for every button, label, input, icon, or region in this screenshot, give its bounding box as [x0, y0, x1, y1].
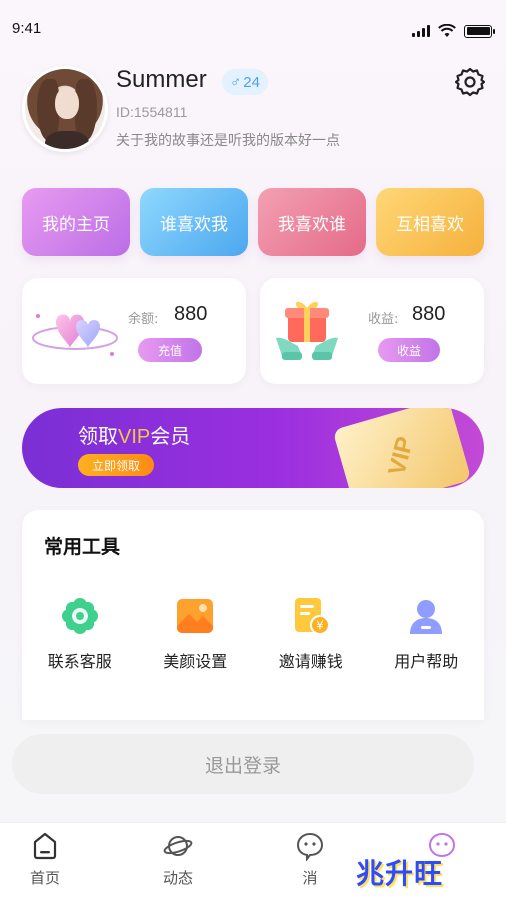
i-like-button[interactable]: 我喜欢谁: [258, 188, 366, 256]
gender-age-badge: ♂ 24: [222, 69, 268, 95]
quick-actions: 我的主页 谁喜欢我 我喜欢谁 互相喜欢: [22, 188, 484, 256]
tab-messages[interactable]: 消: [280, 831, 340, 888]
tool-label: 美颜设置: [163, 652, 228, 671]
claim-vip-button[interactable]: 立即领取: [78, 454, 154, 476]
logout-button[interactable]: 退出登录: [12, 734, 474, 794]
gift-icon: [276, 301, 338, 360]
image-icon: [177, 599, 214, 633]
status-time: 9:41: [12, 20, 42, 37]
tab-label: 动态: [162, 869, 193, 887]
recharge-button[interactable]: 充值: [138, 338, 202, 362]
vip-title: 领取VIP会员: [78, 420, 190, 449]
who-likes-me-button[interactable]: 谁喜欢我: [140, 188, 248, 256]
vip-card-text: VIP: [383, 433, 419, 479]
tab-label: 消: [302, 869, 318, 887]
username: Summer: [116, 66, 207, 93]
watermark: 兆升旺: [356, 857, 444, 890]
status-bar: 9:41: [0, 0, 506, 60]
chat-icon: [296, 832, 324, 861]
balance-value: 880: [174, 303, 208, 325]
hearts-icon: [32, 314, 118, 356]
male-icon: ♂: [230, 73, 242, 91]
tool-label: 用户帮助: [394, 652, 459, 671]
earnings-value: 880: [412, 303, 446, 325]
user-bio: 关于我的故事还是听我的版本好一点: [116, 133, 340, 149]
earnings-card: 收益: 880 收益: [260, 278, 484, 384]
tool-label: 邀请赚钱: [278, 652, 343, 671]
tab-home[interactable]: 首页: [15, 831, 75, 888]
wifi-icon: [438, 24, 456, 37]
vip-banner[interactable]: VIP 领取VIP会员 立即领取: [22, 408, 484, 488]
age-value: 24: [243, 73, 260, 91]
tab-label: 首页: [29, 869, 60, 887]
balance-card: 余额: 880 充值: [22, 278, 246, 384]
mutual-like-button[interactable]: 互相喜欢: [376, 188, 484, 256]
battery-icon: [464, 24, 495, 38]
my-homepage-button[interactable]: 我的主页: [22, 188, 130, 256]
tool-label: 联系客服: [47, 652, 112, 671]
gear-icon[interactable]: [455, 67, 485, 97]
vip-title-prefix: 领取: [78, 424, 118, 448]
tool-user-help[interactable]: 用户帮助: [369, 596, 485, 672]
avatar[interactable]: [22, 66, 108, 152]
user-id: ID:1554811: [116, 104, 188, 120]
user-icon: [410, 600, 443, 634]
vip-card-graphic: VIP: [332, 408, 472, 488]
tools-title: 常用工具: [44, 536, 121, 558]
planet-icon: [163, 836, 193, 856]
receipt-yuan-icon: ¥: [294, 598, 330, 635]
flower-service-icon: [61, 598, 98, 634]
tool-invite-earn[interactable]: ¥ 邀请赚钱: [253, 596, 369, 672]
svg-text:¥: ¥: [316, 619, 324, 633]
tools-card: 常用工具 联系客服 美颜设置 ¥ 邀请赚钱 用户帮助: [22, 510, 484, 720]
balance-label: 余额:: [128, 312, 159, 327]
tool-customer-service[interactable]: 联系客服: [22, 596, 138, 672]
tab-moments[interactable]: 动态: [148, 831, 208, 888]
vip-title-vip: VIP: [118, 426, 151, 448]
tool-beauty-settings[interactable]: 美颜设置: [138, 596, 254, 672]
status-icons: [412, 24, 495, 38]
tools-grid: 联系客服 美颜设置 ¥ 邀请赚钱 用户帮助: [22, 596, 484, 672]
vip-title-suffix: 会员: [150, 424, 191, 448]
home-icon: [33, 832, 57, 860]
signal-icon: [412, 25, 430, 37]
earnings-label: 收益:: [368, 312, 399, 327]
earnings-button[interactable]: 收益: [378, 338, 440, 362]
